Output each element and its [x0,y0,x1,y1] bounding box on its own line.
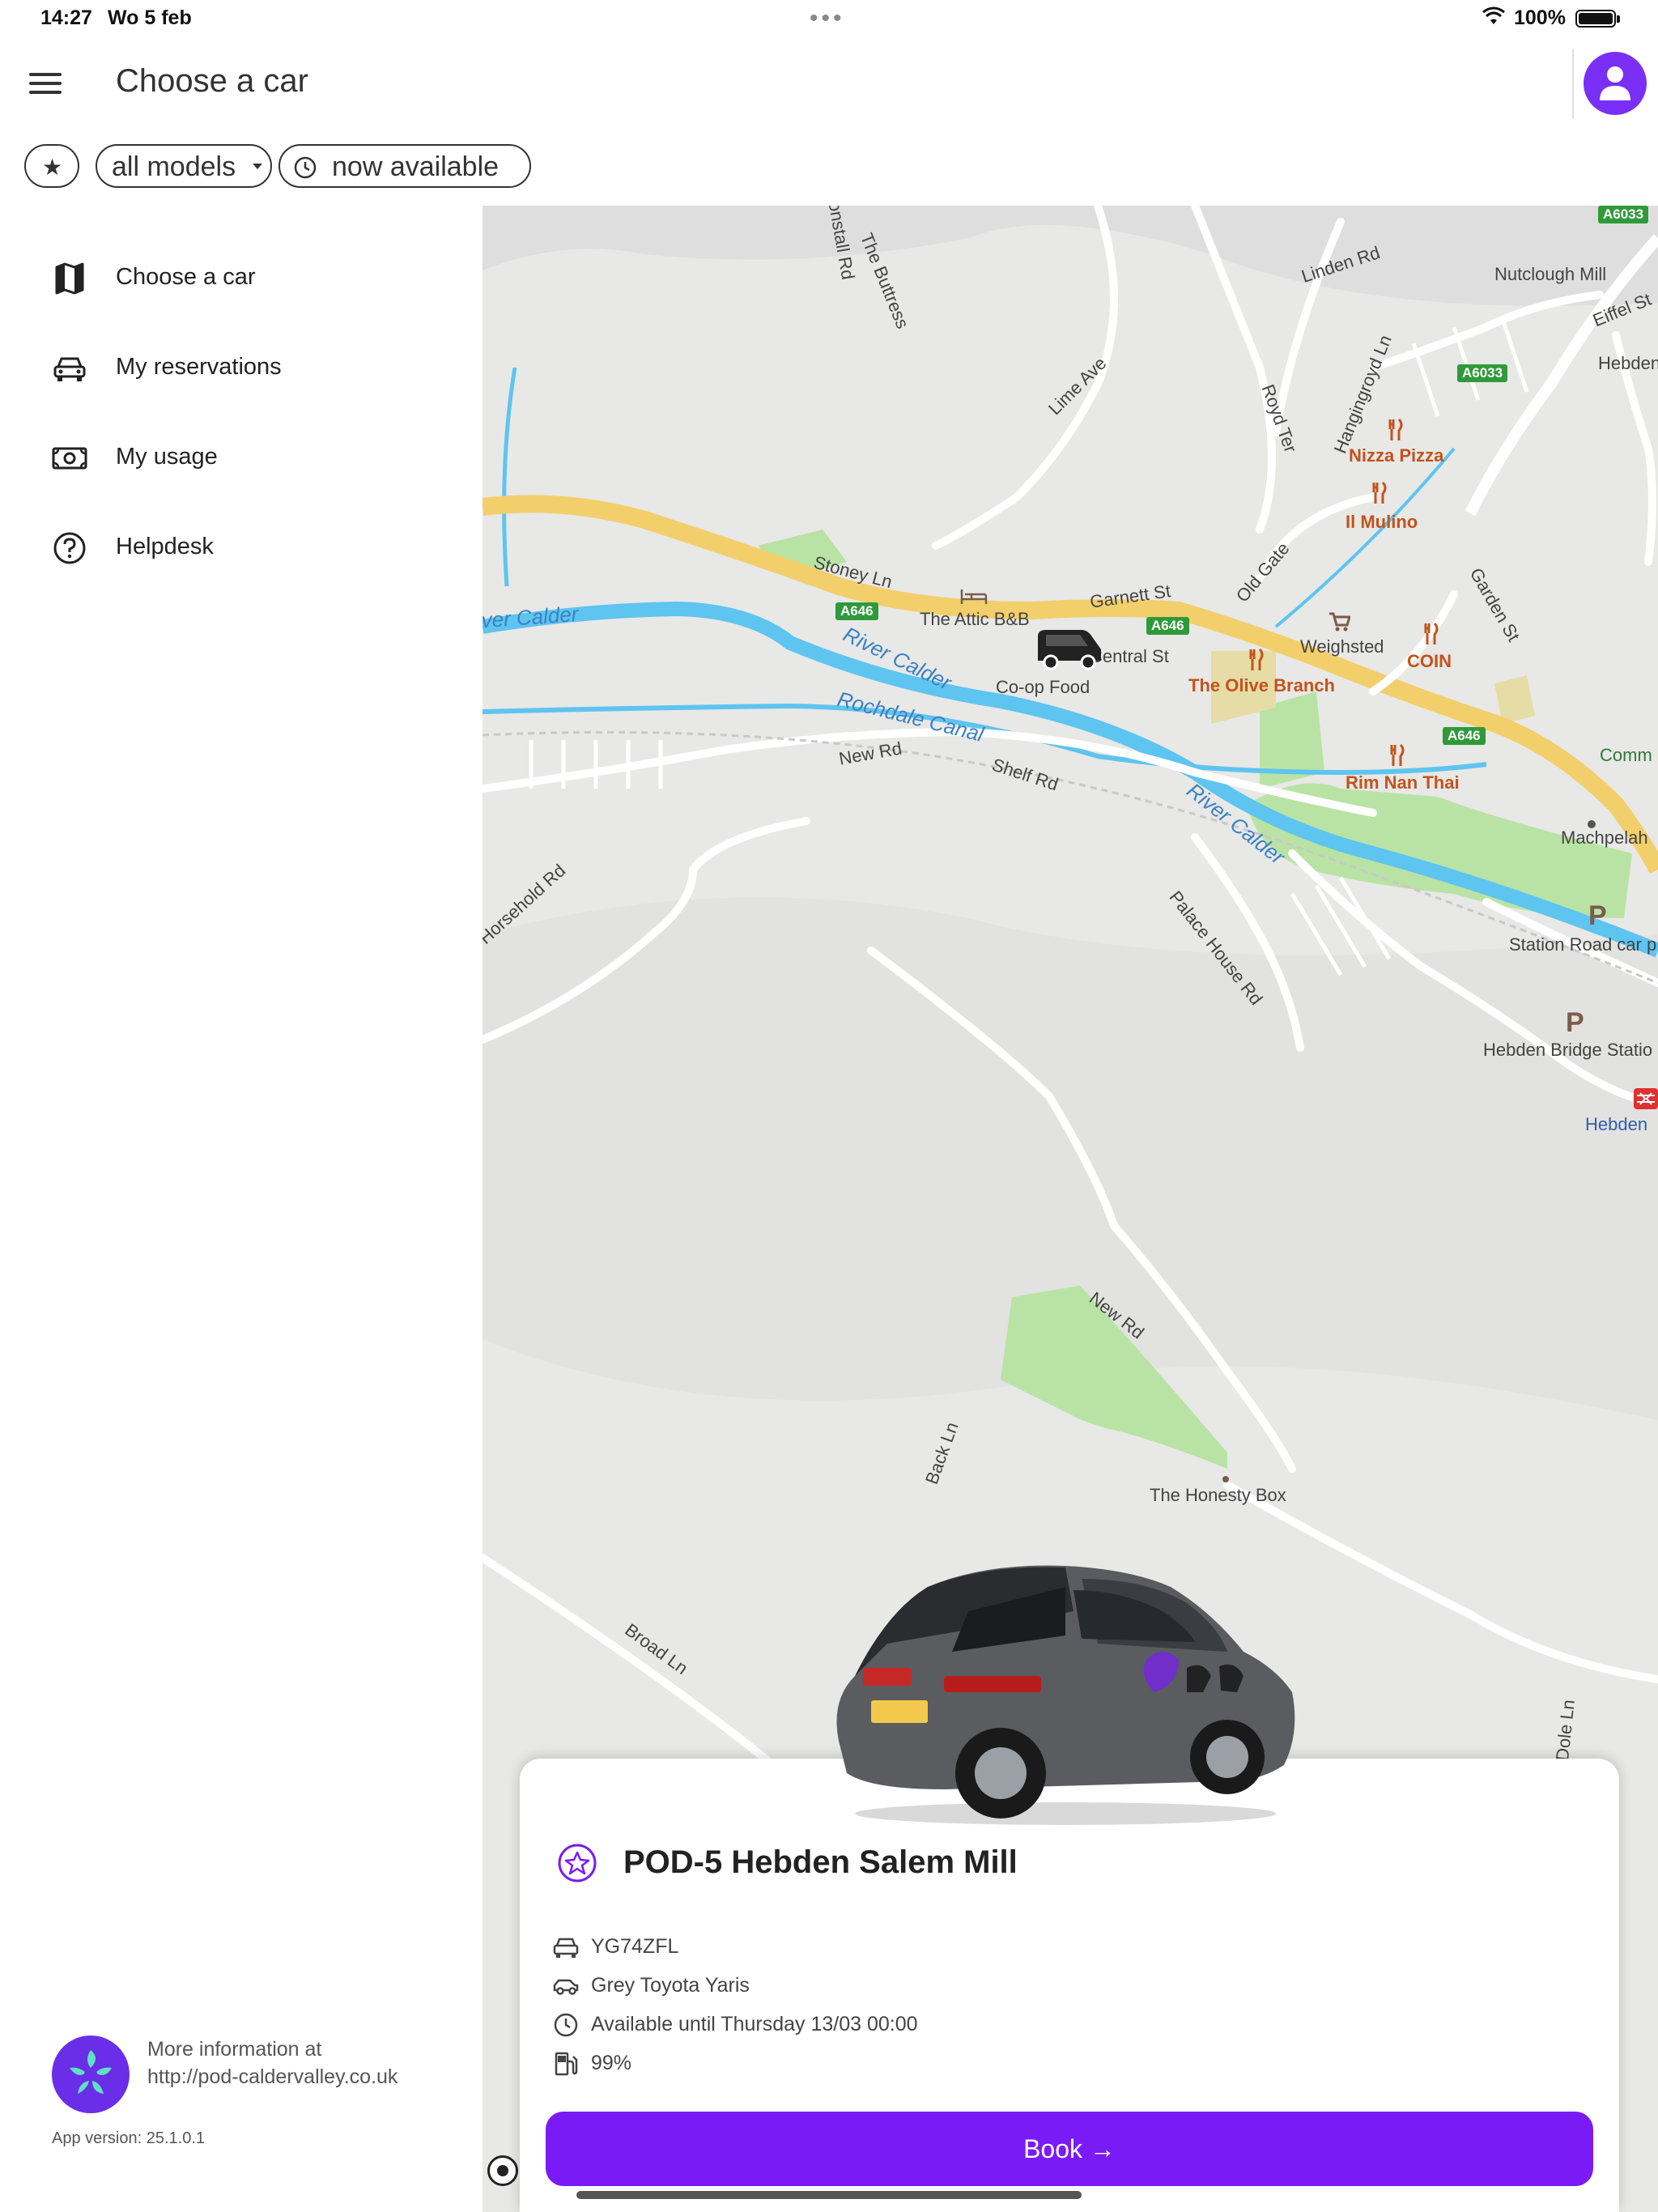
restaurant-icon[interactable] [1388,743,1407,768]
map-icon [52,261,87,296]
pod-logo [52,2035,130,2113]
sidebar-item-choose-car[interactable]: Choose a car [0,236,483,317]
models-filter-chip[interactable]: all models [96,144,272,188]
person-icon [1600,66,1630,100]
poi-weighsted[interactable]: Weighsted [1300,636,1384,657]
star-icon: ★ [42,155,63,180]
hotel-icon[interactable] [960,586,988,606]
map-label: Machpelah [1561,827,1648,848]
account-avatar[interactable] [1584,52,1647,115]
map-label: Hebden [1585,1114,1648,1134]
map-dot-icon [1222,1476,1229,1482]
restaurant-icon[interactable] [1422,622,1441,646]
car-fuel: 99% [591,2052,632,2074]
map-dot-icon [1588,820,1596,828]
status-time: 14:27 [40,6,92,29]
app-bar: Choose a car [0,40,1658,130]
multitasking-dots-icon[interactable]: ••• [810,5,845,32]
train-station-icon[interactable] [1634,1088,1658,1109]
parking-icon[interactable]: P [1566,1007,1584,1039]
shopping-cart-icon[interactable] [1328,610,1350,633]
sidebar-item-reservations[interactable]: My reservations [0,326,483,407]
sidebar-item-label: My reservations [116,354,282,380]
car-availability: Available until Thursday 13/03 00:00 [591,2013,918,2035]
van-icon [1038,630,1101,670]
road-badge: A6033 [1598,206,1649,223]
poi-attic-bb[interactable]: The Attic B&B [920,609,1030,630]
home-indicator[interactable] [576,2191,1082,2199]
clock-icon [552,2011,580,2039]
sidebar-item-label: My usage [116,444,218,470]
car-title: POD-5 Hebden Salem Mill [623,1844,1018,1880]
money-icon [52,440,87,476]
road-badge: A6033 [1457,364,1508,382]
clock-icon [293,155,317,187]
poi-coop-food[interactable]: Co-op Food [996,677,1090,698]
wifi-icon [1482,6,1506,32]
car-front-icon [552,1933,580,1961]
restaurant-icon[interactable] [1370,481,1389,505]
poi-coin[interactable]: COIN [1407,651,1452,672]
status-bar: 14:27 Wo 5 feb ••• 100% [0,0,1658,39]
parking-icon[interactable]: P [1588,900,1607,932]
page-title: Choose a car [116,63,308,99]
map-attribution-icon[interactable] [487,2155,518,2186]
sidebar-item-helpdesk[interactable]: Helpdesk [0,506,483,587]
car-side-icon [552,1972,580,2000]
road-badge: A646 [1146,617,1189,635]
poi-nizza-pizza[interactable]: Nizza Pizza [1349,445,1443,466]
road-badge: A646 [1443,727,1486,745]
availability-filter-chip[interactable]: now available [278,144,531,188]
battery-icon [1575,10,1620,28]
divider [1572,49,1574,118]
more-info-label: More information at [147,2038,322,2061]
more-info-link[interactable]: http://pod-caldervalley.co.uk [147,2063,397,2091]
book-button-label: Book → [1023,2134,1116,2163]
app-version: App version: 25.1.0.1 [52,2129,206,2147]
car-location-pin[interactable] [1035,625,1104,670]
car-plate: YG74ZFL [591,1935,679,1958]
fuel-pump-icon [552,2050,580,2078]
map-label: Hebden [1598,353,1658,373]
more-info-text: More information at http://pod-calderval… [147,2035,397,2091]
map-label: Comm [1600,745,1652,765]
sidebar-item-label: Choose a car [116,264,256,290]
road-badge: A646 [835,602,878,620]
battery-percent: 100% [1514,6,1566,29]
book-button[interactable]: Book → [546,2112,1593,2186]
help-icon [52,530,87,566]
restaurant-icon[interactable] [1247,648,1266,672]
availability-filter-label: now available [332,151,500,182]
sidebar-item-label: Helpdesk [116,534,214,559]
sidebar: Choose a car My reservations My usage He… [0,206,483,2212]
dropdown-caret-icon [253,164,262,169]
favorite-star-icon[interactable] [557,1843,597,1883]
status-date: Wo 5 feb [108,6,192,29]
poi-rim-nan-thai[interactable]: Rim Nan Thai [1346,772,1460,793]
map-label: Nutclough Mill [1494,264,1607,284]
poi-honesty-box[interactable]: The Honesty Box [1150,1485,1286,1506]
map-label: Station Road car p [1509,934,1657,955]
car-model: Grey Toyota Yaris [591,1974,750,1997]
poi-olive-branch[interactable]: The Olive Branch [1188,675,1335,696]
map-label: Hebden Bridge Statio [1483,1040,1653,1060]
models-filter-label: all models [112,151,236,182]
favorites-filter-chip[interactable]: ★ [24,144,79,188]
hamburger-menu-icon[interactable] [29,73,62,97]
restaurant-icon[interactable] [1386,418,1405,442]
car-icon [52,351,87,386]
car-photo [823,1555,1308,1830]
poi-il-mulino[interactable]: Il Mulino [1346,512,1418,533]
sidebar-item-usage[interactable]: My usage [0,416,483,497]
